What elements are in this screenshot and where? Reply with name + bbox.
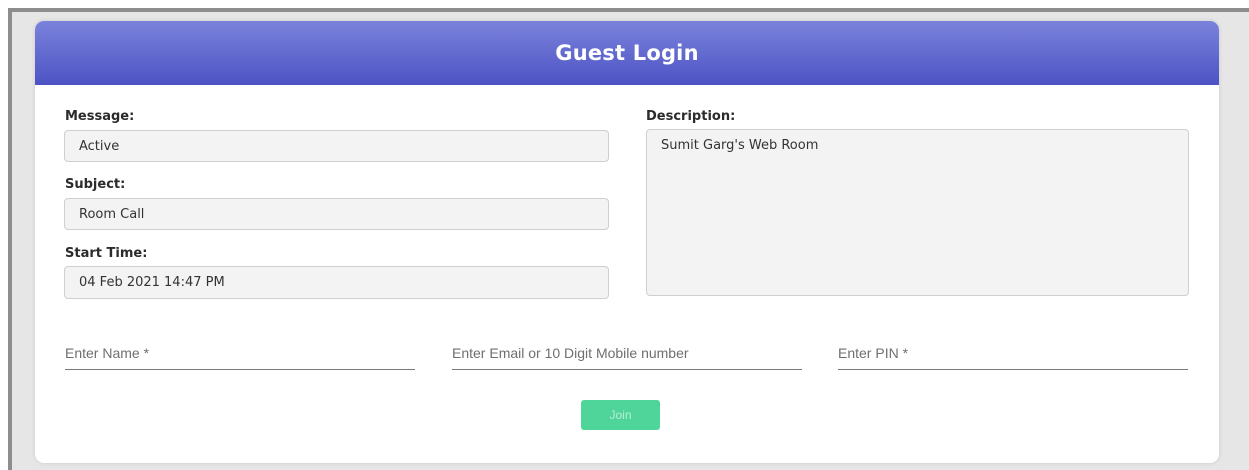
message-field: Active (64, 130, 609, 162)
email-or-mobile-input[interactable] (452, 343, 802, 370)
description-label: Description: (646, 109, 736, 124)
start-time-field: 04 Feb 2021 14:47 PM (64, 266, 609, 299)
start-time-label: Start Time: (65, 246, 148, 261)
join-button[interactable]: Join (581, 400, 660, 430)
description-field: Sumit Garg's Web Room (646, 129, 1189, 296)
message-label: Message: (65, 109, 135, 124)
guest-login-card: Guest Login Message: Active Subject: Roo… (35, 21, 1219, 463)
pin-input[interactable] (838, 343, 1188, 370)
card-header: Guest Login (35, 21, 1219, 85)
name-input[interactable] (65, 343, 415, 370)
page-title: Guest Login (555, 41, 699, 65)
subject-label: Subject: (65, 177, 126, 192)
subject-field: Room Call (64, 198, 609, 230)
